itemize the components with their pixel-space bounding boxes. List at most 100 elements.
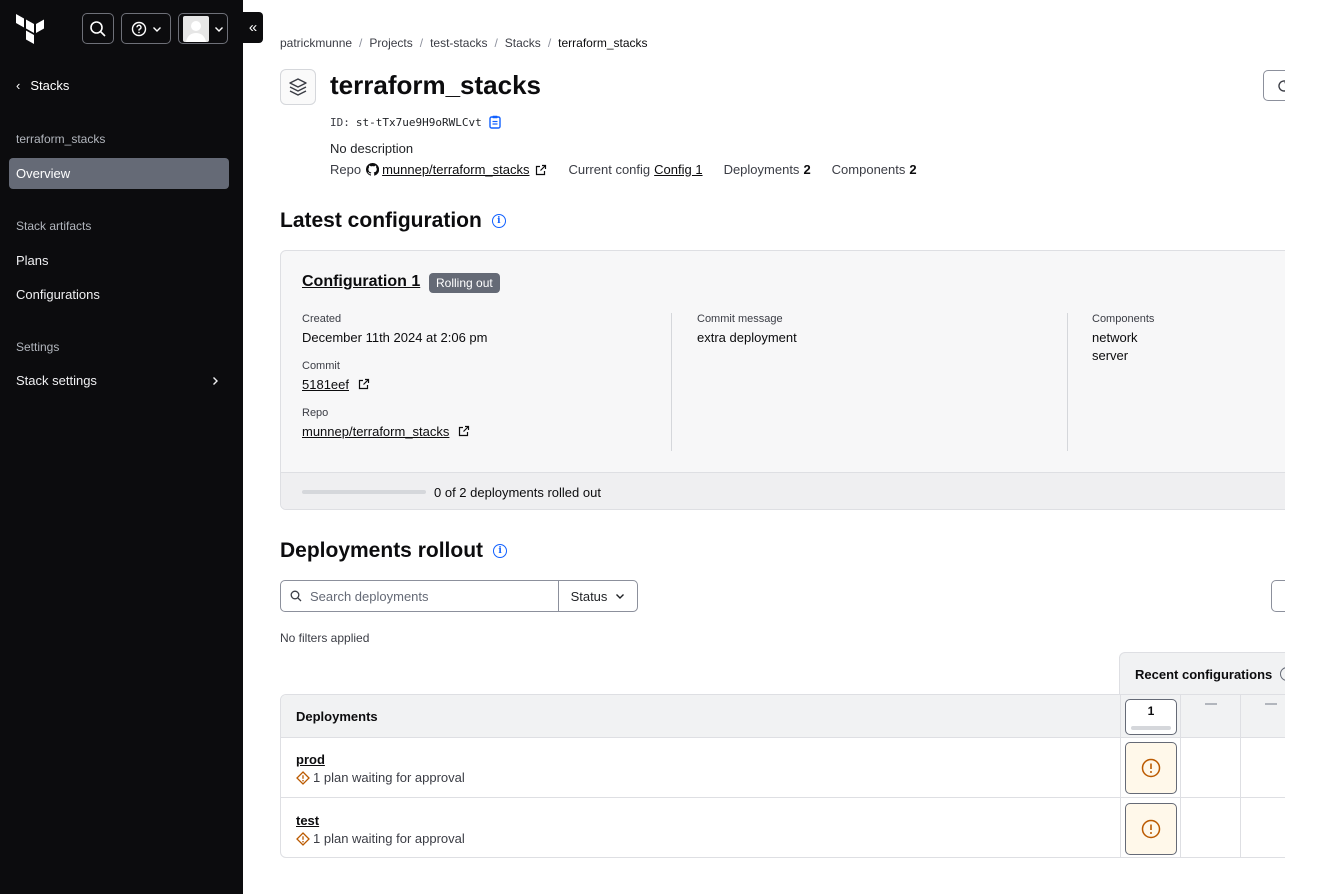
warning-diamond-icon	[296, 770, 310, 785]
settings-heading: Settings	[16, 340, 60, 354]
config-details-column: Created December 11th 2024 at 2:06 pm Co…	[302, 313, 488, 454]
chevron-right-icon	[213, 376, 218, 385]
repo-row: munnep/terraform_stacks	[302, 423, 488, 441]
deployment-link[interactable]: prod	[296, 752, 325, 767]
deployments-rollout-heading: Deployments rollout i	[280, 539, 508, 563]
commit-row: 5181eef	[302, 376, 488, 394]
stack-id-row: ID: st-tTx7ue9H9oRWLCvt	[330, 115, 502, 129]
terraform-logo-icon[interactable]	[14, 12, 48, 46]
section-title: Deployments rollout	[280, 539, 484, 562]
config-status-cell[interactable]	[1125, 803, 1177, 855]
breadcrumb-stacks[interactable]: Stacks	[505, 36, 541, 50]
column-divider	[1067, 313, 1068, 451]
commit-link[interactable]: 5181eef	[302, 377, 349, 392]
empty-config-placeholder	[1205, 703, 1217, 705]
components-column: Components network server	[1092, 313, 1154, 378]
info-icon[interactable]: i	[1280, 667, 1285, 681]
breadcrumb-project[interactable]: test-stacks	[430, 36, 487, 50]
search-icon	[90, 20, 106, 37]
deployment-status-text: 1 plan waiting for approval	[313, 831, 465, 846]
collapse-sidebar-button[interactable]: «	[243, 12, 263, 43]
progress-text: 0 of 2 deployments rolled out	[434, 484, 601, 500]
warning-diamond-icon	[296, 831, 310, 846]
user-menu-button[interactable]	[178, 13, 228, 44]
info-icon[interactable]: i	[491, 214, 506, 228]
breadcrumb-current: terraform_stacks	[558, 36, 648, 50]
stack-meta-row: Repo munnep/terraform_stacks Current con…	[330, 162, 917, 177]
component-item: server	[1092, 348, 1129, 363]
table-header: Deployments 1	[281, 695, 1285, 738]
repo-label: Repo	[330, 162, 362, 177]
deployments-label: Deployments	[723, 162, 800, 177]
deployment-status: 1 plan waiting for approval	[296, 770, 465, 785]
help-icon	[131, 21, 146, 36]
current-config-label: Current config	[568, 162, 651, 177]
commit-message-column: Commit message extra deployment	[697, 313, 797, 360]
page-title: terraform_stacks	[330, 70, 542, 100]
sidebar-item-configurations[interactable]: Configurations	[16, 287, 100, 302]
rollout-progress: 0 of 2 deployments rolled out	[281, 472, 1285, 509]
chevron-down-icon	[152, 26, 161, 32]
deployment-status: 1 plan waiting for approval	[296, 831, 465, 846]
recent-configurations-header: Recent configurations i	[1119, 652, 1285, 695]
deployments-count: 2	[803, 162, 811, 177]
viewport: ‹ Stacks terraform_stacks Overview Stack…	[0, 0, 1285, 894]
column-divider	[671, 313, 672, 451]
components-label: Components	[1092, 313, 1155, 325]
info-icon[interactable]: i	[493, 544, 508, 558]
commit-label: Commit	[302, 360, 340, 372]
external-link-icon[interactable]	[535, 164, 547, 176]
latest-configuration-heading: Latest configuration i	[280, 209, 506, 233]
commit-message-value: extra deployment	[697, 330, 797, 345]
sidebar-item-stack-settings[interactable]: Stack settings	[16, 373, 220, 388]
chevron-left-icon: ‹	[16, 78, 21, 93]
status-filter-dropdown[interactable]: Status	[558, 580, 638, 612]
back-to-stacks-link[interactable]: ‹ Stacks	[16, 78, 69, 93]
github-icon	[366, 163, 380, 176]
breadcrumb-projects[interactable]: Projects	[369, 36, 412, 50]
breadcrumb-org[interactable]: patrickmunne	[280, 36, 352, 50]
table-row: prod 1 plan waiting for approval	[281, 738, 1285, 798]
alert-circle-icon	[1141, 819, 1161, 839]
section-title: Latest configuration	[280, 209, 482, 232]
chevron-down-icon	[616, 594, 625, 599]
help-menu-button[interactable]	[121, 13, 171, 44]
sidebar: ‹ Stacks terraform_stacks Overview Stack…	[0, 0, 243, 894]
sidebar-item-overview[interactable]: Overview	[9, 158, 229, 189]
current-config-link[interactable]: Config 1	[654, 162, 702, 177]
external-link-icon[interactable]	[358, 378, 370, 390]
sidebar-item-plans[interactable]: Plans	[16, 253, 49, 268]
component-item: network	[1092, 330, 1138, 345]
sidebar-item-label: Stack settings	[16, 373, 97, 388]
config-column-button[interactable]: 1	[1125, 699, 1177, 735]
search-icon	[290, 590, 302, 602]
status-badge: Rolling out	[429, 273, 500, 293]
back-link-label: Stacks	[30, 78, 70, 93]
created-value: December 11th 2024 at 2:06 pm	[302, 330, 488, 345]
search-button[interactable]	[82, 13, 114, 44]
refresh-button[interactable]	[1263, 70, 1285, 101]
configuration-link[interactable]: Configuration 1	[302, 273, 420, 291]
breadcrumb: patrickmunne / Projects / test-stacks / Sta…	[280, 36, 648, 50]
components-count: 2	[909, 162, 917, 177]
stack-id-value: st-tTx7ue9H9oRWLCvt	[355, 115, 482, 129]
config-number: 1	[1147, 704, 1155, 718]
config-repo-link[interactable]: munnep/terraform_stacks	[302, 424, 449, 439]
table-row: test 1 plan waiting for approval	[281, 799, 1285, 857]
stack-icon-tile	[280, 69, 316, 105]
sidebar-item-label: Overview	[16, 166, 71, 181]
table-options-button[interactable]	[1271, 580, 1285, 612]
progress-bar	[302, 490, 426, 494]
stack-description: No description	[330, 141, 414, 156]
external-link-icon[interactable]	[458, 425, 470, 437]
status-label: Status	[570, 588, 608, 604]
no-filters-text: No filters applied	[280, 631, 370, 645]
copy-icon[interactable]	[488, 115, 502, 129]
chevron-down-icon	[214, 26, 223, 32]
search-deployments-input[interactable]: Search deployments	[280, 580, 559, 612]
recent-configurations-label: Recent configurations	[1135, 666, 1273, 682]
config-status-cell[interactable]	[1125, 742, 1177, 794]
repo-link[interactable]: munnep/terraform_stacks	[382, 162, 529, 177]
stack-name-heading: terraform_stacks	[16, 132, 106, 146]
deployment-link[interactable]: test	[296, 813, 319, 828]
